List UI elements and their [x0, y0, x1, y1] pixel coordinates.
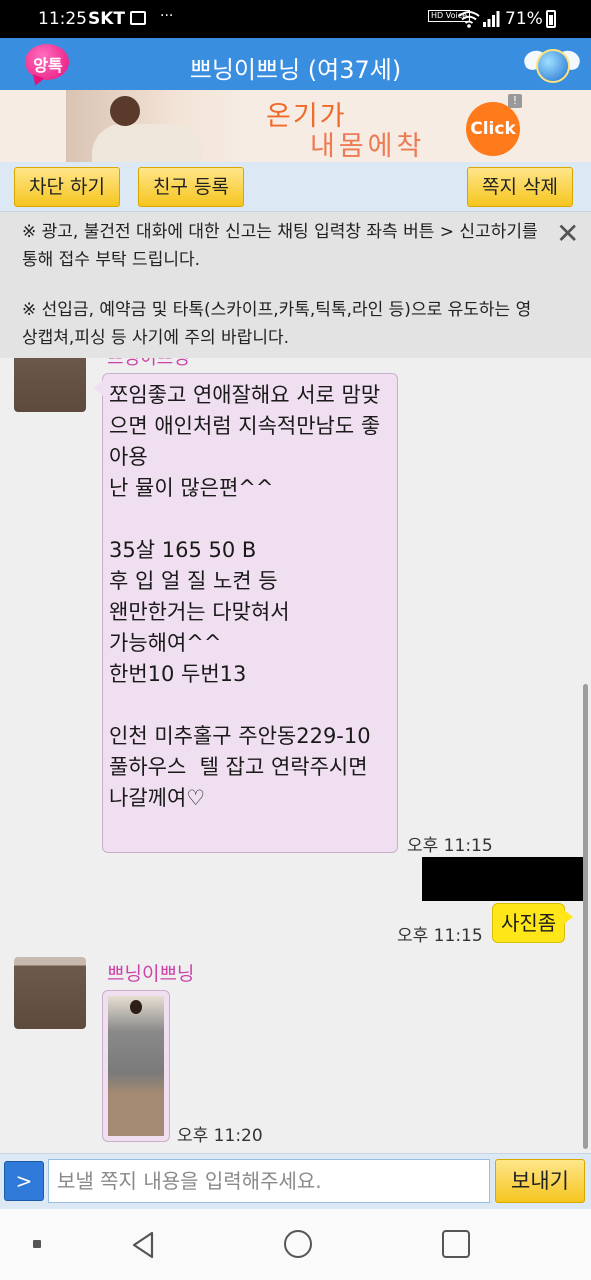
- ad-banner[interactable]: 온기가 내몸에착 Click !: [0, 90, 591, 162]
- message-time: 오후 11:20: [177, 1126, 263, 1146]
- avatar[interactable]: [14, 957, 86, 1029]
- system-nav-bar: [0, 1209, 591, 1280]
- battery-icon: [546, 10, 556, 28]
- more-notifications-icon: ···: [160, 8, 174, 24]
- delete-message-button[interactable]: 쪽지 삭제: [467, 167, 573, 207]
- ad-headline-2: 내몸에착: [310, 131, 426, 162]
- nav-dot-icon[interactable]: [33, 1240, 41, 1248]
- gallery-notification-icon: [130, 11, 146, 25]
- block-button[interactable]: 차단 하기: [14, 167, 120, 207]
- notice-scam-warning: ※ 선입금, 예약금 및 타톡(스카이프,카톡,틱톡,라인 등)으로 유도하는 …: [22, 300, 532, 348]
- send-button[interactable]: 보내기: [495, 1159, 585, 1203]
- signal-icon: [483, 11, 500, 27]
- chat-toolbar: 차단 하기 친구 등록 쪽지 삭제: [0, 162, 591, 212]
- battery-percent: 71%: [505, 9, 543, 29]
- back-icon[interactable]: [130, 1231, 156, 1259]
- photo-person-head: [130, 1000, 142, 1014]
- chat-partner-title: 쁘닝이쁘닝 (여37세): [189, 56, 402, 84]
- message-input[interactable]: [48, 1159, 490, 1203]
- status-time: 11:25: [38, 9, 87, 29]
- ad-info-icon[interactable]: !: [508, 94, 522, 108]
- sender-name: 쁘닝이쁘닝: [107, 963, 195, 985]
- sender-name: 쁘닝이쁘닝: [107, 358, 190, 369]
- globe-ball: [536, 49, 570, 83]
- logo-text: 앙톡: [33, 56, 63, 75]
- recent-apps-icon[interactable]: [442, 1230, 470, 1258]
- message-input-bar: > 보내기: [0, 1153, 591, 1209]
- ad-click-button[interactable]: Click: [466, 102, 520, 156]
- close-icon[interactable]: ✕: [556, 220, 579, 248]
- winged-globe-icon[interactable]: [521, 43, 583, 87]
- chat-scrollbar[interactable]: [583, 684, 588, 1149]
- message-time: 오후 11:15: [407, 836, 493, 856]
- incoming-message[interactable]: 쪼임좋고 연애잘해요 서로 맘맞으면 애인처럼 지속적만남도 좋아용 난 뮬이 …: [93, 373, 398, 853]
- chat-menu-button[interactable]: >: [4, 1161, 44, 1201]
- photo-thumbnail[interactable]: [108, 996, 164, 1136]
- status-carrier: SKT: [88, 9, 126, 29]
- add-friend-button[interactable]: 친구 등록: [138, 167, 244, 207]
- photo-message[interactable]: [102, 990, 170, 1142]
- avatar[interactable]: [14, 358, 86, 412]
- outgoing-message[interactable]: 사진좀: [492, 903, 574, 943]
- status-bar: 11:25 SKT ··· HD Voice 71%: [0, 0, 591, 38]
- ad-photo-person-body: [92, 124, 202, 162]
- notice-report: ※ 광고, 불건전 대화에 대한 신고는 채팅 입력창 좌측 버튼 > 신고하기…: [22, 222, 538, 270]
- ad-photo-person-head: [110, 96, 140, 126]
- home-icon[interactable]: [284, 1230, 312, 1258]
- warning-notice: ※ 광고, 불건전 대화에 대한 신고는 채팅 입력창 좌측 버튼 > 신고하기…: [0, 212, 591, 358]
- chat-area[interactable]: 쁘닝이쁘닝 쪼임좋고 연애잘해요 서로 맘맞으면 애인처럼 지속적만남도 좋아용…: [0, 358, 591, 1153]
- app-header: 앙톡 쁘닝이쁘닝 (여37세): [0, 38, 591, 90]
- redacted-message: [422, 857, 585, 901]
- wifi-icon: [458, 11, 480, 28]
- app-logo[interactable]: 앙톡: [25, 44, 71, 84]
- message-time: 오후 11:15: [397, 926, 483, 946]
